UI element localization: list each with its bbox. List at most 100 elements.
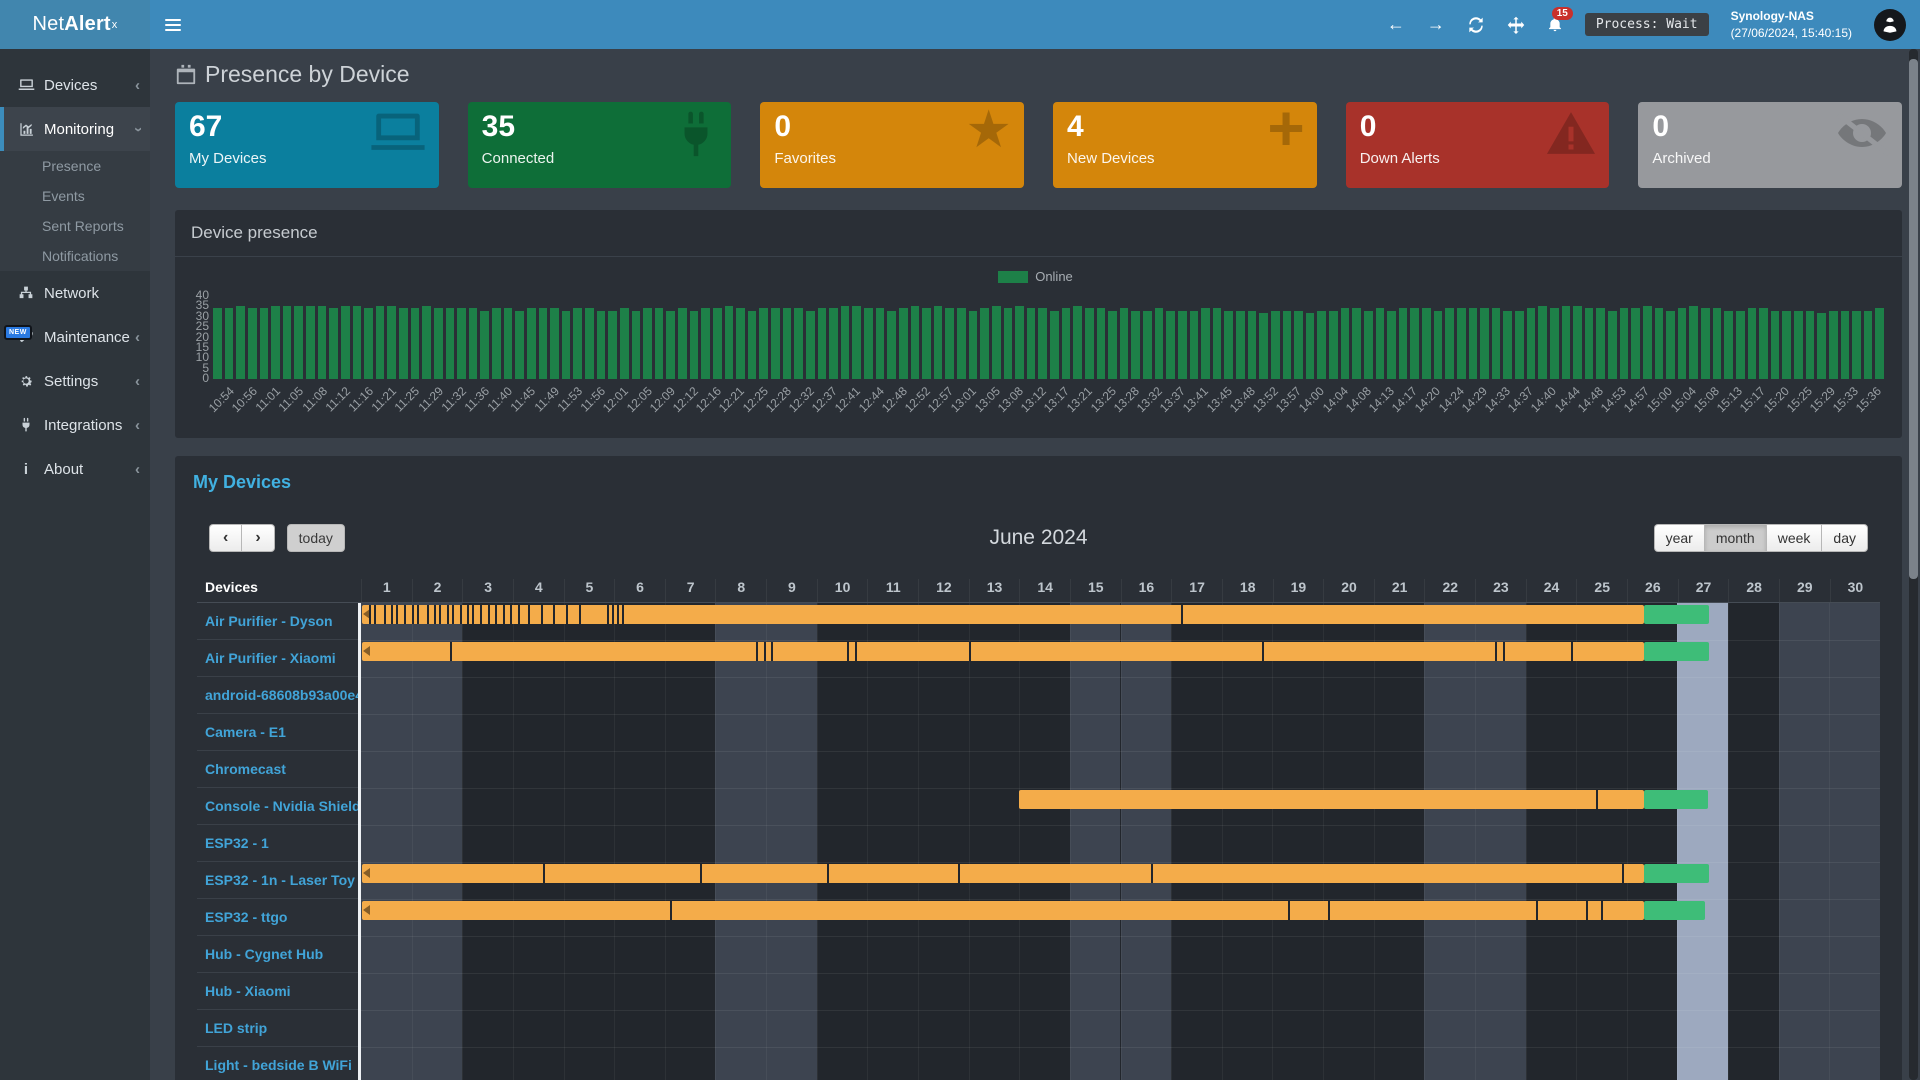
- device-name-link[interactable]: android-68608b93a00e4: [197, 677, 358, 714]
- day-header-16[interactable]: 16: [1121, 579, 1172, 602]
- app-logo[interactable]: NetAlertx: [0, 0, 150, 49]
- day-header-12[interactable]: 12: [918, 579, 969, 602]
- presence-bar: [1201, 308, 1210, 379]
- device-name-link[interactable]: Chromecast: [197, 751, 358, 788]
- sidebar-item-network[interactable]: Network: [0, 271, 150, 315]
- presence-event-now[interactable]: [1644, 790, 1708, 809]
- device-name-link[interactable]: ESP32 - 1n - Laser Toy: [197, 862, 358, 899]
- device-name-link[interactable]: Console - Nvidia Shield T: [197, 788, 358, 825]
- day-header-24[interactable]: 24: [1526, 579, 1577, 602]
- weekend-column: [361, 603, 412, 1080]
- day-header-3[interactable]: 3: [462, 579, 513, 602]
- presence-event-online[interactable]: [362, 605, 1644, 624]
- presence-event-now[interactable]: [1644, 901, 1706, 920]
- card-connected[interactable]: 35 Connected: [468, 102, 732, 188]
- day-header-27[interactable]: 27: [1678, 579, 1729, 602]
- refresh-icon[interactable]: [1467, 17, 1485, 33]
- device-name-link[interactable]: Light - bedside B WiFi: [197, 1047, 358, 1080]
- day-header-15[interactable]: 15: [1070, 579, 1121, 602]
- presence-bar: [1050, 311, 1059, 379]
- day-header-30[interactable]: 30: [1830, 579, 1881, 602]
- presence-bar: [1166, 311, 1175, 379]
- device-name-link[interactable]: Camera - E1: [197, 714, 358, 751]
- card-my-devices[interactable]: 67 My Devices: [175, 102, 439, 188]
- avatar[interactable]: [1874, 9, 1906, 41]
- device-name-link[interactable]: LED strip: [197, 1010, 358, 1047]
- day-header-19[interactable]: 19: [1273, 579, 1324, 602]
- device-name-link[interactable]: ESP32 - ttgo: [197, 899, 358, 936]
- offline-gap-tick: [1596, 790, 1598, 809]
- page-scrollbar[interactable]: [1909, 49, 1918, 1080]
- sidebar-item-devices[interactable]: Devices ‹: [0, 63, 150, 107]
- day-header-20[interactable]: 20: [1323, 579, 1374, 602]
- back-arrow-icon[interactable]: ←: [1387, 14, 1405, 35]
- presence-bar: [922, 308, 931, 379]
- presence-bar: [1190, 311, 1199, 379]
- day-header-23[interactable]: 23: [1475, 579, 1526, 602]
- presence-event-online[interactable]: [362, 642, 1644, 661]
- move-icon[interactable]: [1507, 16, 1525, 34]
- device-name-link[interactable]: Air Purifier - Dyson: [197, 603, 358, 640]
- sidebar-item-label: Settings: [44, 373, 135, 390]
- presence-event-online[interactable]: [1019, 790, 1643, 809]
- notifications-bell[interactable]: 15: [1547, 16, 1563, 33]
- presence-bar: [1794, 311, 1803, 379]
- day-header-11[interactable]: 11: [867, 579, 918, 602]
- day-header-1[interactable]: 1: [361, 579, 412, 602]
- day-header-10[interactable]: 10: [817, 579, 868, 602]
- sidebar-item-monitoring[interactable]: Monitoring ‹: [0, 107, 150, 151]
- grid-vline: [1829, 603, 1830, 1080]
- card-down-alerts[interactable]: 0 Down Alerts: [1346, 102, 1610, 188]
- card-favorites[interactable]: 0 Favorites ★: [760, 102, 1024, 188]
- day-header-29[interactable]: 29: [1779, 579, 1830, 602]
- day-header-2[interactable]: 2: [412, 579, 463, 602]
- presence-event-online[interactable]: [362, 901, 1644, 920]
- day-header-28[interactable]: 28: [1728, 579, 1779, 602]
- presence-bar: [236, 306, 245, 379]
- sidebar-toggle-icon[interactable]: [150, 0, 196, 49]
- new-badge: NEW: [4, 325, 32, 340]
- presence-event-now[interactable]: [1644, 642, 1709, 661]
- day-header-13[interactable]: 13: [969, 579, 1020, 602]
- submenu-item-sent-reports[interactable]: Sent Reports: [0, 211, 150, 241]
- presence-event-now[interactable]: [1644, 605, 1709, 624]
- day-header-26[interactable]: 26: [1627, 579, 1678, 602]
- offline-gap-tick: [622, 605, 624, 624]
- card-archived[interactable]: 0 Archived: [1638, 102, 1902, 188]
- device-name-link[interactable]: Hub - Xiaomi: [197, 973, 358, 1010]
- day-header-4[interactable]: 4: [513, 579, 564, 602]
- presence-bar: [759, 308, 768, 379]
- day-header-21[interactable]: 21: [1374, 579, 1425, 602]
- day-header-22[interactable]: 22: [1424, 579, 1475, 602]
- day-header-18[interactable]: 18: [1222, 579, 1273, 602]
- presence-event-now[interactable]: [1644, 864, 1709, 883]
- day-header-6[interactable]: 6: [614, 579, 665, 602]
- forward-arrow-icon[interactable]: →: [1427, 14, 1445, 35]
- day-header-8[interactable]: 8: [715, 579, 766, 602]
- day-header-14[interactable]: 14: [1019, 579, 1070, 602]
- sidebar-item-settings[interactable]: Settings ‹: [0, 359, 150, 403]
- device-name-link[interactable]: ESP32 - 1: [197, 825, 358, 862]
- sidebar-item-integrations[interactable]: Integrations ‹: [0, 403, 150, 447]
- day-header-25[interactable]: 25: [1576, 579, 1627, 602]
- grid-vline: [614, 603, 615, 1080]
- sidebar-item-maintenance[interactable]: NEW Maintenance ‹: [0, 315, 150, 359]
- grid-vline: [1019, 603, 1020, 1080]
- day-header-17[interactable]: 17: [1171, 579, 1222, 602]
- sidebar-item-about[interactable]: i About ‹: [0, 447, 150, 491]
- device-name-link[interactable]: Hub - Cygnet Hub: [197, 936, 358, 973]
- day-header-5[interactable]: 5: [564, 579, 615, 602]
- chart-legend[interactable]: Online: [187, 269, 1884, 284]
- submenu-item-events[interactable]: Events: [0, 181, 150, 211]
- presence-bar: [748, 311, 757, 379]
- scrollbar-thumb[interactable]: [1909, 59, 1918, 579]
- presence-event-online[interactable]: [362, 864, 1644, 883]
- device-name-link[interactable]: Air Purifier - Xiaomi: [197, 640, 358, 677]
- card-new-devices[interactable]: 4 New Devices +: [1053, 102, 1317, 188]
- weekend-column: [715, 603, 766, 1080]
- day-header-9[interactable]: 9: [766, 579, 817, 602]
- submenu-item-presence[interactable]: Presence: [0, 151, 150, 181]
- submenu-item-notifications[interactable]: Notifications: [0, 241, 150, 271]
- offline-gap-tick: [1622, 864, 1624, 883]
- day-header-7[interactable]: 7: [665, 579, 716, 602]
